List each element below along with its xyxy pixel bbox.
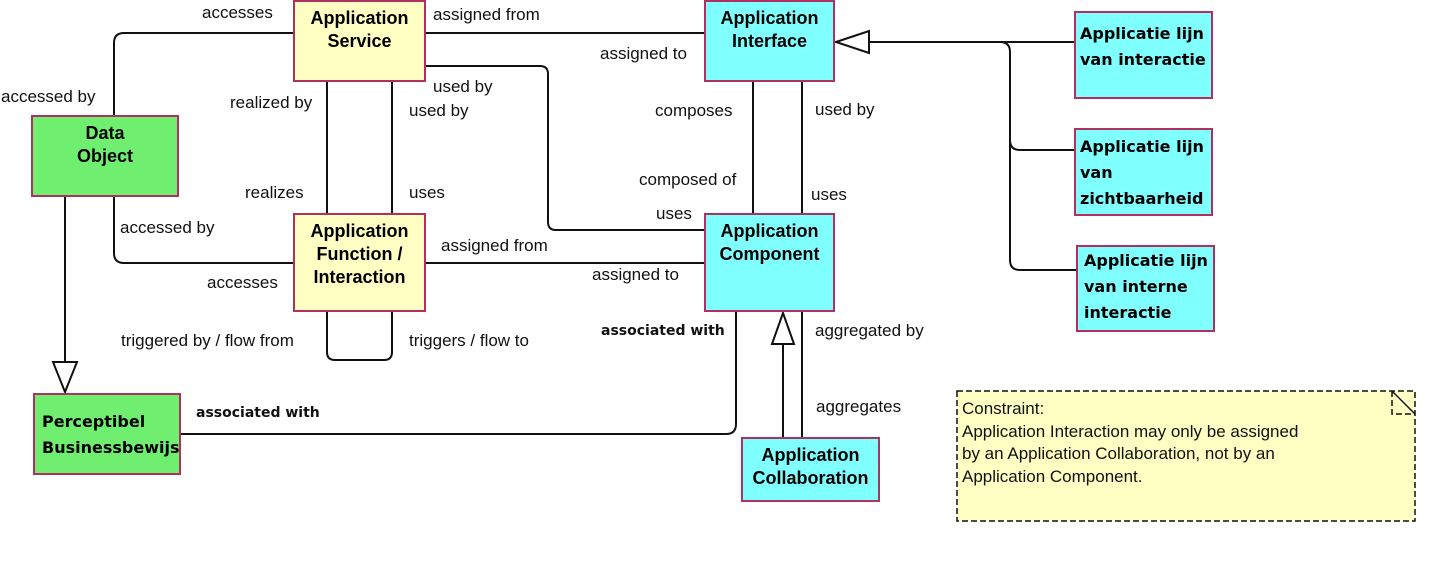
label-accesses: accesses <box>207 273 278 292</box>
node-lijn-interactie[interactable]: Applicatie lijn van interactie <box>1074 11 1213 99</box>
node-perceptibel[interactable]: Perceptibel Businessbewijs <box>33 393 181 475</box>
label-assigned-to: assigned to <box>600 44 687 63</box>
node-label: Application Function / Interaction <box>310 221 409 287</box>
line-branch-lijnen <box>999 41 1076 271</box>
label-uses: uses <box>656 204 692 223</box>
constraint-note: Constraint: Application Interaction may … <box>956 390 1416 522</box>
label-accesses: accesses <box>202 3 273 22</box>
label-used-by: used by <box>815 100 875 119</box>
specialization-arrow-interface <box>832 29 870 55</box>
label-uses: uses <box>409 183 445 202</box>
node-label: Application Collaboration <box>752 445 869 488</box>
line-branch-zichtbaarheid <box>1009 139 1074 151</box>
node-label: Application Service <box>310 8 409 51</box>
label-realizes: realizes <box>245 183 304 202</box>
label-assigned-from: assigned from <box>441 236 548 255</box>
label-composes: composes <box>655 101 733 120</box>
node-application-collaboration[interactable]: Application Collaboration <box>741 437 880 502</box>
label-aggregated-by: aggregated by <box>815 321 924 340</box>
node-label: Applicatie lijn van zichtbaarheid <box>1080 137 1204 208</box>
label-used-by: used by <box>433 77 493 96</box>
specialization-arrow-perceptibel <box>51 361 79 395</box>
specialization-arrow-component <box>770 310 796 345</box>
node-application-service[interactable]: Application Service <box>293 0 426 82</box>
label-assigned-to: assigned to <box>592 265 679 284</box>
label-triggered-by: triggered by / flow from <box>121 331 294 350</box>
label-triggers: triggers / flow to <box>409 331 529 350</box>
archimate-diagram: Application Service Application Interfac… <box>0 0 1440 566</box>
note-title: Constraint: <box>962 399 1045 418</box>
label-uses: uses <box>811 185 847 204</box>
node-label: Application Interface <box>720 8 819 51</box>
label-realized-by: realized by <box>230 93 313 112</box>
note-line: Application Interaction may only be assi… <box>962 421 1299 441</box>
label-associated-with: associated with <box>196 405 320 421</box>
node-data-object[interactable]: Data Object <box>31 115 179 197</box>
node-application-component[interactable]: Application Component <box>704 213 835 312</box>
note-line: Application Component. <box>962 466 1143 486</box>
label-assigned-from: assigned from <box>433 5 540 24</box>
node-label: Perceptibel Businessbewijs <box>42 412 180 457</box>
label-accessed-by: accessed by <box>120 218 215 237</box>
label-composed-of: composed of <box>639 170 737 189</box>
node-lijn-zichtbaarheid[interactable]: Applicatie lijn van zichtbaarheid <box>1074 128 1213 216</box>
note-line: by an Application Collaboration, not by … <box>962 444 1275 463</box>
label-associated-with: associated with <box>601 323 725 339</box>
node-label: Data Object <box>76 123 133 166</box>
label-used-by: used by <box>409 101 469 120</box>
node-label: Applicatie lijn van interne interactie <box>1084 251 1208 322</box>
node-label: Applicatie lijn van interactie <box>1080 24 1206 69</box>
node-label: Application Component <box>719 221 820 264</box>
node-application-function[interactable]: Application Function / Interaction <box>293 213 426 312</box>
label-accessed-by: accessed by <box>1 87 96 106</box>
line-function-selfloop <box>326 312 393 361</box>
node-lijn-interne[interactable]: Applicatie lijn van interne interactie <box>1076 245 1215 332</box>
label-aggregates: aggregates <box>816 397 902 416</box>
node-application-interface[interactable]: Application Interface <box>704 0 835 82</box>
